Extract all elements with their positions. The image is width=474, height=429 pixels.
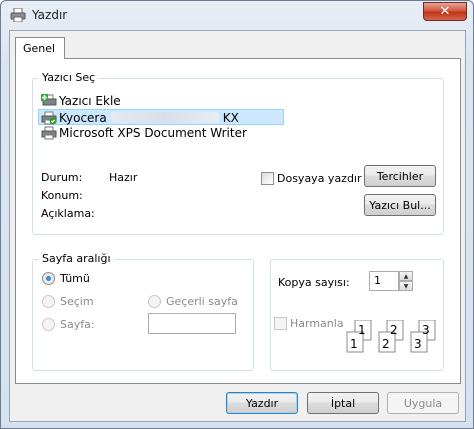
- printer-item-add[interactable]: Yazıcı Ekle: [39, 93, 439, 109]
- redacted-model-name: [110, 112, 219, 123]
- tab-general[interactable]: Genel: [15, 37, 65, 59]
- comment-label: Açıklama:: [41, 207, 95, 220]
- close-button[interactable]: ✕: [423, 2, 467, 21]
- tab-panel-general: Yazıcı Seç Yazıcı Ekle Kyocera KX Micros…: [15, 58, 461, 384]
- collate-page-2a: 2: [382, 337, 390, 351]
- print-button[interactable]: Yazdır: [226, 392, 298, 414]
- status-label: Durum:: [41, 171, 83, 184]
- printer-item-xps[interactable]: Microsoft XPS Document Writer: [39, 125, 439, 141]
- collate-page-3b: 3: [422, 323, 430, 337]
- collate-illustration-icon: 1 1 2 2 3 3: [346, 320, 436, 353]
- printer-list[interactable]: Yazıcı Ekle Kyocera KX Microsoft XPS Doc…: [38, 93, 439, 141]
- add-printer-icon: [41, 94, 57, 106]
- collate-label[interactable]: Harmanla: [290, 317, 344, 330]
- copies-group: Kopya sayısı: 1 ▲ ▼ Harmanla 1 1 2 2 3 3: [270, 259, 444, 371]
- page-range-pages-radio[interactable]: [42, 318, 55, 331]
- collate-page-1b: 1: [358, 323, 366, 337]
- page-range-selection-radio[interactable]: [42, 295, 55, 308]
- cancel-button[interactable]: İptal: [307, 392, 379, 414]
- default-printer-icon: [41, 111, 57, 125]
- page-range-all-radio[interactable]: [42, 272, 55, 285]
- page-range-pages-input[interactable]: [148, 313, 236, 334]
- dialog-client-area: Genel Yazıcı Seç Yazıcı Ekle Kyocera KX …: [9, 30, 466, 422]
- copies-count-input[interactable]: 1: [369, 271, 399, 291]
- print-to-file-checkbox[interactable]: [261, 172, 274, 185]
- apply-button[interactable]: Uygula: [387, 392, 459, 414]
- collate-page-3a: 3: [414, 337, 422, 351]
- find-printer-button[interactable]: Yazıcı Bul...: [364, 194, 436, 216]
- printer-label: Microsoft XPS Document Writer: [59, 126, 247, 140]
- printer-icon: [41, 126, 57, 140]
- page-range-pages-label[interactable]: Sayfa:: [60, 318, 95, 331]
- select-printer-group: Yazıcı Seç Yazıcı Ekle Kyocera KX Micros…: [32, 71, 444, 235]
- page-range-current-radio[interactable]: [148, 295, 161, 308]
- window-title: Yazdır: [32, 8, 68, 22]
- spin-up-icon: ▲: [403, 272, 409, 280]
- printer-label-prefix: Kyocera: [59, 111, 107, 125]
- printer-label: Yazıcı Ekle: [59, 94, 121, 108]
- collate-page-1a: 1: [350, 337, 358, 351]
- page-range-all-label[interactable]: Tümü: [60, 272, 90, 285]
- collate-checkbox[interactable]: [274, 317, 287, 330]
- printer-label-suffix: KX: [222, 111, 239, 125]
- status-value: Hazır: [109, 171, 138, 184]
- spin-down-icon: ▼: [403, 282, 409, 290]
- page-range-group: Sayfa aralığı Tümü Seçim Geçerli sayfa S…: [32, 252, 254, 371]
- select-printer-group-label: Yazıcı Seç: [39, 71, 99, 84]
- location-label: Konum:: [41, 189, 83, 202]
- copies-increment-button[interactable]: ▲: [399, 271, 413, 281]
- close-icon: ✕: [439, 4, 451, 19]
- copies-decrement-button[interactable]: ▼: [399, 281, 413, 291]
- title-bar[interactable]: Yazdır ✕: [1, 1, 473, 29]
- print-to-file-label[interactable]: Dosyaya yazdır: [277, 172, 362, 185]
- printer-icon: [10, 8, 26, 22]
- page-range-current-label[interactable]: Geçerli sayfa: [166, 295, 238, 308]
- print-dialog-window: Yazdır ✕ Genel Yazıcı Seç Yazıcı Ekle Ky…: [0, 0, 474, 429]
- collate-page-2b: 2: [390, 323, 398, 337]
- printer-item-kyocera[interactable]: Kyocera KX: [38, 109, 284, 125]
- page-range-selection-label[interactable]: Seçim: [60, 295, 94, 308]
- preferences-button[interactable]: Tercihler: [364, 165, 436, 187]
- page-range-group-label: Sayfa aralığı: [39, 252, 114, 265]
- copies-count-label: Kopya sayısı:: [278, 276, 350, 289]
